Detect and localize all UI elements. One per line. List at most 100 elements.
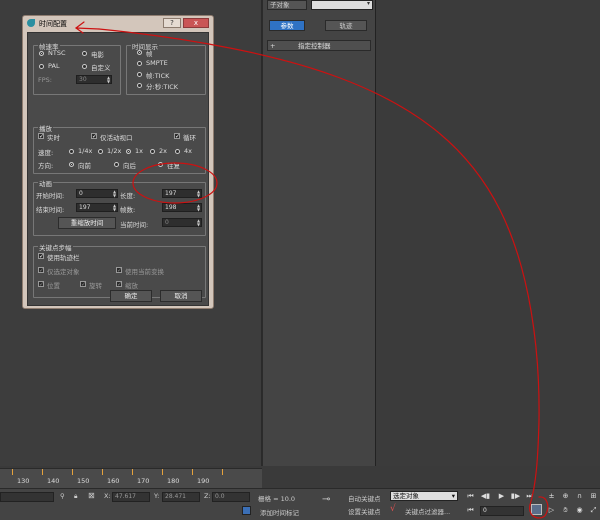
- maximize-viewport-icon[interactable]: ⤢: [588, 505, 599, 515]
- use-current-transform-checkbox[interactable]: ✓: [116, 267, 122, 274]
- frame-tick-radio[interactable]: [137, 72, 142, 77]
- pan-icon[interactable]: ✋︎: [560, 505, 571, 515]
- current-time-spinner[interactable]: 0 ▲ ▼: [162, 218, 202, 227]
- help-icon[interactable]: ?: [163, 18, 181, 28]
- start-time-label: 开始时间:: [36, 192, 65, 200]
- close-icon[interactable]: x: [183, 18, 209, 28]
- scale-checkbox[interactable]: ✓: [116, 281, 122, 288]
- end-time-spinner[interactable]: 197 ▲ ▼: [76, 203, 118, 212]
- smpte-radio[interactable]: [137, 61, 142, 66]
- frame-count-value: 198: [165, 204, 177, 211]
- speed-radio[interactable]: [98, 149, 103, 154]
- time-tag-icon[interactable]: [242, 506, 251, 515]
- position-checkbox[interactable]: ✓: [38, 281, 44, 288]
- go-to-start-icon[interactable]: ⏮: [465, 491, 476, 501]
- frame-count-label: 帧数:: [120, 206, 136, 214]
- zoom-all-icon[interactable]: ⊕: [560, 491, 571, 501]
- tab-track[interactable]: 轨迹: [325, 20, 367, 31]
- ntsc-radio[interactable]: [39, 51, 44, 56]
- zoom-icon[interactable]: ±: [546, 491, 557, 501]
- position-label: 位置: [47, 282, 60, 290]
- custom-radio[interactable]: [82, 64, 87, 69]
- current-frame-field[interactable]: 0: [480, 506, 524, 516]
- loop-label: 循环: [183, 134, 196, 142]
- active-viewport-checkbox[interactable]: ✓: [91, 133, 97, 140]
- z-coordinate-field[interactable]: 0.0: [212, 492, 250, 502]
- pin-icon[interactable]: ⚲: [60, 492, 65, 500]
- selection-set-dropdown[interactable]: 选定对象 ▾: [390, 491, 458, 501]
- film-radio[interactable]: [82, 51, 87, 56]
- loop-checkbox[interactable]: ✓: [174, 133, 180, 140]
- ok-button[interactable]: 确定: [110, 290, 152, 302]
- time-display-title: 时间显示: [131, 41, 159, 51]
- spinner-arrows-icon[interactable]: ▲ ▼: [196, 204, 201, 212]
- tab-params[interactable]: 参数: [269, 20, 305, 31]
- spinner-arrows-icon[interactable]: ▲ ▼: [106, 76, 111, 84]
- walkthrough-icon[interactable]: ◉: [574, 505, 585, 515]
- transform-mode-icon[interactable]: ⊠: [88, 491, 95, 500]
- go-to-end-icon[interactable]: ⏭: [524, 491, 535, 501]
- frame-count-spinner[interactable]: 198 ▲ ▼: [162, 203, 202, 212]
- orbit-icon[interactable]: ∩: [574, 491, 585, 501]
- selected-only-checkbox[interactable]: ✓: [38, 267, 44, 274]
- x-coordinate-field[interactable]: 47.617: [112, 492, 150, 502]
- pal-radio[interactable]: [39, 64, 44, 69]
- real-time-checkbox[interactable]: ✓: [38, 133, 44, 140]
- add-time-tag-button[interactable]: 添加时间标记: [260, 507, 299, 517]
- length-spinner[interactable]: 197 ▲ ▼: [162, 189, 202, 198]
- time-configuration-dialog: 时间配置 ? x 帧速率 NTSC 电影 PAL 自定义 FPS: 30 ▲ ▼ 时…: [22, 15, 214, 309]
- selection-set-value: 选定对象: [393, 492, 419, 500]
- scale-label: 缩放: [125, 282, 138, 290]
- object-type-button[interactable]: 子对象: [267, 0, 307, 10]
- speed-radio[interactable]: [126, 149, 131, 154]
- speed-radio[interactable]: [175, 149, 180, 154]
- start-time-value: 0: [79, 190, 83, 197]
- previous-frame-icon[interactable]: ◀▮: [480, 491, 491, 501]
- custom-label: 自定义: [91, 64, 111, 72]
- key-icon[interactable]: ⊸: [322, 494, 330, 505]
- mm-ss-tick-radio[interactable]: [137, 83, 142, 88]
- assign-controller-rollout[interactable]: + 指定控制器: [267, 40, 371, 51]
- field-of-view-icon[interactable]: ⊞: [588, 491, 599, 501]
- speed-radio[interactable]: [69, 149, 74, 154]
- speed-radio[interactable]: [150, 149, 155, 154]
- lock-icon[interactable]: 🔒︎: [74, 492, 77, 501]
- use-trackbar-checkbox[interactable]: ✓: [38, 253, 44, 260]
- auto-key-button[interactable]: 自动关键点: [348, 493, 381, 503]
- cancel-button[interactable]: 取消: [160, 290, 202, 302]
- fps-spinner[interactable]: 30 ▲ ▼: [76, 75, 112, 84]
- next-frame-icon[interactable]: ▮▶: [510, 491, 521, 501]
- playback-group: 播放 ✓ 实时 ✓ 仅活动视口 ✓ 循环 速度: 1/4x 1/2x 1x 2x…: [33, 123, 206, 174]
- set-key-button[interactable]: 设置关键点: [348, 506, 381, 516]
- y-coordinate-field[interactable]: 28.471: [162, 492, 200, 502]
- length-value: 197: [165, 190, 177, 197]
- timeline-tick: [42, 469, 43, 475]
- direction-radio[interactable]: [158, 162, 163, 167]
- spinner-arrows-icon[interactable]: ▲ ▼: [112, 204, 117, 212]
- dialog-titlebar[interactable]: 时间配置 ? x: [23, 16, 213, 31]
- animation-title: 动画: [38, 178, 53, 188]
- direction-radio[interactable]: [114, 162, 119, 167]
- command-panel: 子对象 ▾ 参数 轨迹 + 指定控制器: [262, 0, 376, 466]
- start-time-spinner[interactable]: 0 ▲ ▼: [76, 189, 118, 198]
- spinner-arrows-icon[interactable]: ▲ ▼: [196, 219, 201, 227]
- direction-option: 向后: [123, 162, 136, 170]
- frames-radio[interactable]: [137, 50, 142, 55]
- direction-radio[interactable]: [69, 162, 74, 167]
- timeline-ruler[interactable]: 130 140 150 160 170 180 190: [0, 468, 262, 488]
- set-key-icon[interactable]: √: [390, 504, 396, 514]
- rotation-checkbox[interactable]: ✓: [80, 281, 86, 288]
- direction-option: 往复: [167, 162, 180, 170]
- timeline-tick-label: 190: [197, 477, 210, 485]
- time-configuration-icon[interactable]: [531, 504, 542, 515]
- key-filters-button[interactable]: 关键点过滤器...: [405, 506, 450, 516]
- play-viewport-icon[interactable]: ▷: [546, 505, 557, 515]
- max-logo-icon: [27, 19, 35, 27]
- spinner-arrows-icon[interactable]: ▲ ▼: [196, 190, 201, 198]
- key-mode-icon[interactable]: ⏮: [465, 505, 476, 515]
- rescale-time-button[interactable]: 重缩放时间: [58, 217, 116, 229]
- spinner-arrows-icon[interactable]: ▲ ▼: [112, 190, 117, 198]
- object-dropdown[interactable]: ▾: [311, 0, 373, 10]
- play-icon[interactable]: ▶: [496, 491, 507, 501]
- chevron-down-icon: ▾: [451, 492, 455, 500]
